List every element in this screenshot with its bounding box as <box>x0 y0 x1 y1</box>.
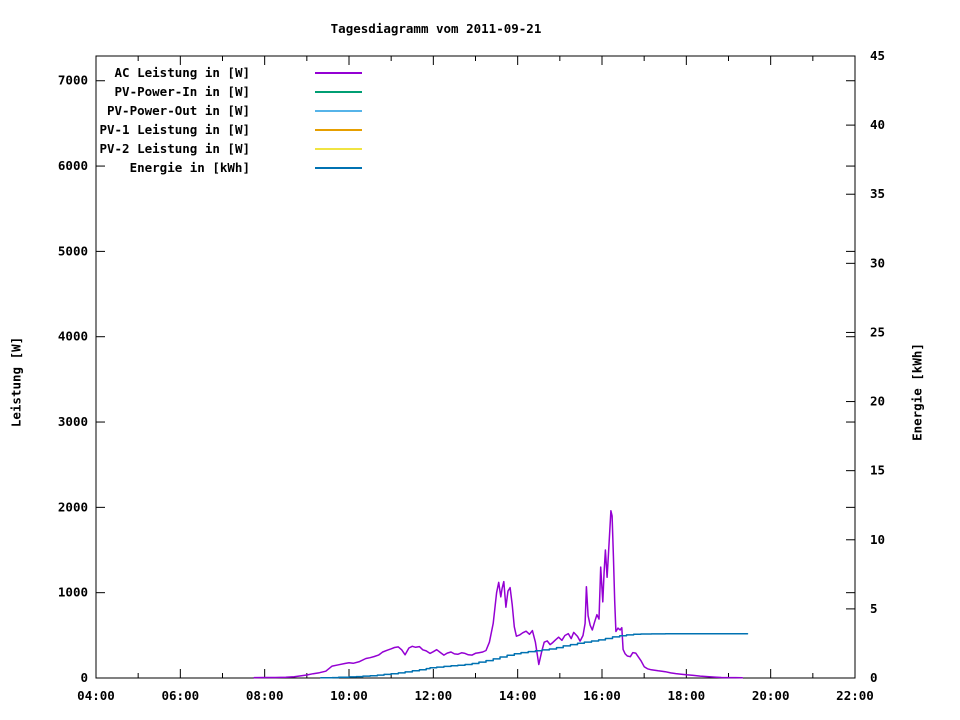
y2-tick-label: 5 <box>870 601 878 616</box>
x-tick-label: 08:00 <box>246 688 284 703</box>
x-tick-label: 04:00 <box>77 688 115 703</box>
series-ac-leistung-in-w <box>253 510 744 679</box>
series-energie-in-kwh <box>319 633 749 679</box>
y2-tick-label: 35 <box>870 186 885 201</box>
legend-item-label: PV-2 Leistung in [W] <box>99 141 250 156</box>
y2-tick-label: 15 <box>870 463 885 478</box>
y-tick-label: 3000 <box>58 414 88 429</box>
y-tick-label: 1000 <box>58 585 88 600</box>
y2-tick-label: 40 <box>870 117 885 132</box>
x-tick-label: 10:00 <box>330 688 368 703</box>
y-tick-label: 4000 <box>58 329 88 344</box>
tagesdiagramm-chart: Tagesdiagramm vom 2011-09-21 Leistung [W… <box>0 0 960 720</box>
y2-tick-label: 45 <box>870 48 885 63</box>
y-tick-label: 7000 <box>58 73 88 88</box>
y-tick-label: 6000 <box>58 158 88 173</box>
x-tick-label: 14:00 <box>499 688 537 703</box>
y2-tick-label: 30 <box>870 255 885 270</box>
y2-tick-label: 20 <box>870 394 885 409</box>
y2-tick-label: 10 <box>870 532 885 547</box>
legend-item-label: PV-Power-In in [W] <box>115 84 250 99</box>
legend-item-label: PV-1 Leistung in [W] <box>99 122 250 137</box>
x-tick-label: 16:00 <box>583 688 621 703</box>
x-tick-label: 06:00 <box>162 688 200 703</box>
legend-item-label: Energie in [kWh] <box>130 160 250 175</box>
plot-area: 04:00 06:00 08:00 10:00 12:00 14:00 16:00 18:00… <box>58 48 885 703</box>
y-tick-label: 2000 <box>58 499 88 514</box>
x-tick-label: 20:00 <box>752 688 790 703</box>
x-tick-label: 12:00 <box>415 688 453 703</box>
y2-tick-label: 0 <box>870 670 878 685</box>
y-tick-label: 0 <box>80 670 88 685</box>
legend-item-label: AC Leistung in [W] <box>115 65 250 80</box>
legend-item-label: PV-Power-Out in [W] <box>107 103 250 118</box>
x-tick-label: 22:00 <box>836 688 874 703</box>
y-tick-label: 5000 <box>58 243 88 258</box>
y2-tick-label: 25 <box>870 324 885 339</box>
x-tick-label: 18:00 <box>668 688 706 703</box>
